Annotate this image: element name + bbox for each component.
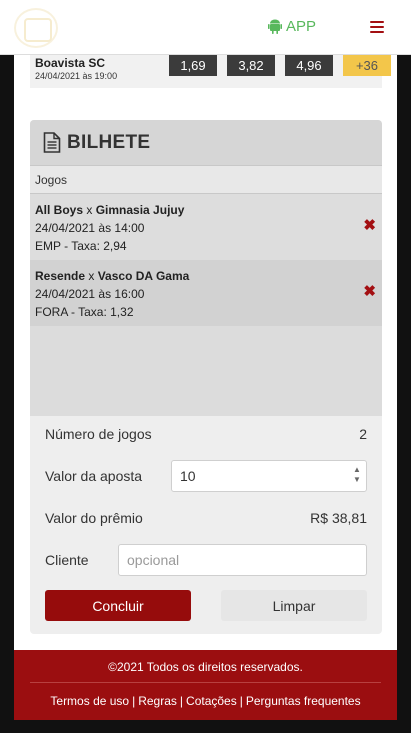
conclude-button[interactable]: Concluir: [45, 590, 191, 621]
stake-value: 10: [180, 468, 196, 484]
document-icon: [43, 132, 61, 153]
bet-home-team: Resende: [35, 269, 86, 283]
remove-bet-icon[interactable]: ✖: [363, 283, 376, 301]
footer-links: Termos de uso | Regras | Cotações | Perguntas …: [50, 694, 361, 708]
ticket-title: BILHETE: [67, 131, 151, 153]
odd-home-button[interactable]: 1,69: [169, 55, 217, 76]
bet-item: All Boys x Gimnasia Jujuy 24/04/2021 às …: [30, 194, 382, 260]
match-datetime: 24/04/2021 às 19:00: [35, 71, 118, 81]
bet-vs: x: [88, 269, 95, 283]
main-content: Boavista SC 24/04/2021 às 19:00 1,69 3,8…: [14, 55, 397, 650]
footer: ©2021 Todos os direitos reservados. Term…: [14, 650, 397, 720]
app-label: APP: [286, 18, 317, 35]
match-team: Boavista SC: [35, 56, 106, 70]
more-odds-button[interactable]: +36: [343, 55, 391, 76]
clear-button[interactable]: Limpar: [221, 590, 367, 621]
android-icon: [268, 19, 282, 34]
stake-stepper[interactable]: ▲ ▼: [352, 465, 362, 487]
num-games-value: 2: [359, 426, 367, 442]
hamburger-menu-icon[interactable]: [370, 21, 384, 33]
footer-link-faq[interactable]: Perguntas frequentes: [246, 694, 361, 708]
remove-bet-icon[interactable]: ✖: [363, 217, 376, 235]
bet-datetime: 24/04/2021 às 14:00: [35, 221, 145, 235]
stake-input[interactable]: 10 ▲ ▼: [171, 460, 367, 492]
num-games-label: Número de jogos: [45, 426, 152, 442]
bet-pick: EMP - Taxa: 2,94: [35, 239, 127, 253]
client-label: Cliente: [45, 552, 89, 568]
num-games-row: Número de jogos 2: [45, 426, 367, 442]
odd-away-button[interactable]: 4,96: [285, 55, 333, 76]
stake-label: Valor da aposta: [45, 468, 143, 484]
bet-vs: x: [86, 203, 93, 217]
bet-matchup: Resende x Vasco DA Gama: [35, 267, 377, 285]
bet-away-team: Vasco DA Gama: [97, 269, 190, 283]
footer-link-rules[interactable]: Regras: [138, 694, 177, 708]
stake-row: Valor da aposta 10 ▲ ▼: [45, 460, 367, 492]
prize-row: Valor do prêmio R$ 38,81: [45, 510, 367, 526]
client-input[interactable]: opcional: [118, 544, 367, 576]
games-section-header: Jogos: [30, 165, 382, 194]
top-navbar: APP: [0, 0, 411, 55]
footer-link-odds[interactable]: Cotações: [186, 694, 237, 708]
bet-datetime: 24/04/2021 às 16:00: [35, 287, 145, 301]
prize-label: Valor do prêmio: [45, 510, 143, 526]
bet-home-team: All Boys: [35, 203, 84, 217]
bet-matchup: All Boys x Gimnasia Jujuy: [35, 201, 377, 219]
footer-divider: [30, 682, 381, 683]
bet-item: Resende x Vasco DA Gama 24/04/2021 às 16…: [30, 260, 382, 326]
odd-draw-button[interactable]: 3,82: [227, 55, 275, 76]
app-download-link[interactable]: APP: [268, 18, 316, 35]
client-row: Cliente opcional: [45, 544, 367, 576]
prize-value: R$ 38,81: [310, 510, 367, 526]
match-row: Boavista SC 24/04/2021 às 19:00 1,69 3,8…: [30, 55, 391, 88]
site-logo[interactable]: [14, 8, 58, 48]
bet-ticket: BILHETE Jogos All Boys x Gimnasia Jujuy …: [30, 120, 382, 634]
footer-link-terms[interactable]: Termos de uso: [50, 694, 129, 708]
bets-empty-area: [30, 326, 382, 416]
ticket-header: BILHETE: [30, 120, 382, 165]
bet-pick: FORA - Taxa: 1,32: [35, 305, 134, 319]
bet-away-team: Gimnasia Jujuy: [95, 203, 185, 217]
copyright-text: ©2021 Todos os direitos reservados.: [108, 660, 303, 674]
